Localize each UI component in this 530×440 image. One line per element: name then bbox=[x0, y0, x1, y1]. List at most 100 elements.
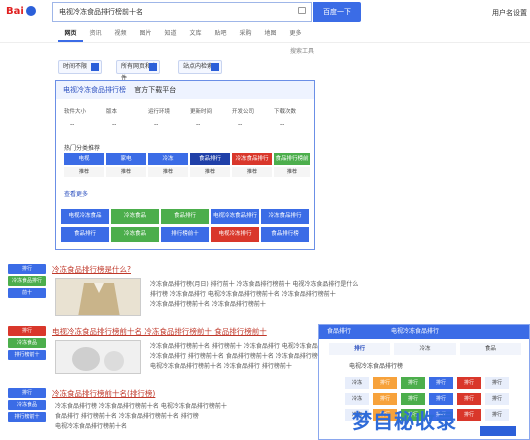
download-tag[interactable]: 冷冻食品排行 bbox=[261, 209, 309, 224]
dropdown-icon bbox=[211, 63, 219, 71]
stat-value: -- bbox=[154, 121, 159, 128]
download-tag[interactable]: 食品排行 bbox=[61, 227, 109, 242]
popup-cell[interactable]: 排行 bbox=[373, 393, 397, 405]
popup-cell[interactable]: 排行 bbox=[457, 377, 481, 389]
settings-link[interactable]: 设置 bbox=[513, 8, 527, 18]
software-card: 电视冷冻食品排行榜 官方下载平台 软件大小 版本 运行环境 更新时间 开发公司 … bbox=[55, 80, 315, 250]
dropdown-icon bbox=[91, 63, 99, 71]
popup-cell[interactable]: 排行 bbox=[457, 409, 481, 421]
result-badge: 排行榜前十 bbox=[8, 350, 46, 360]
result-snippet: 冷冻食品排行 排行榜前十名 食品排行榜前十名 冷冻食品排行榜前十名 bbox=[150, 353, 336, 360]
user-link[interactable]: 用户名 bbox=[492, 8, 513, 18]
result-snippet: 排行榜 冷冻食品排行 电视冷冻食品排行榜前十名 冷冻食品排行榜前十 bbox=[150, 291, 336, 298]
result-badge: 排行 bbox=[8, 264, 46, 274]
result-badge: 排行榜前十 bbox=[8, 412, 46, 422]
result-badge: 排行 bbox=[8, 326, 46, 336]
popup-cell[interactable]: 排行 bbox=[373, 377, 397, 389]
camera-icon[interactable] bbox=[298, 7, 306, 14]
result-thumbnail[interactable] bbox=[55, 340, 141, 374]
tab-more[interactable]: 更多 bbox=[283, 28, 308, 42]
tab-zhidao[interactable]: 知道 bbox=[158, 28, 183, 42]
popup-tab[interactable]: 冷冻 bbox=[394, 343, 456, 355]
result-snippet: 电视冷冻食品排行榜前十名 bbox=[55, 423, 128, 430]
category-tag[interactable]: 家电 bbox=[106, 153, 146, 165]
tabs-divider bbox=[0, 42, 530, 43]
stat-value: -- bbox=[238, 121, 243, 128]
result-badge: 前十 bbox=[8, 288, 46, 298]
result-title[interactable]: 冷冻食品排行榜是什么? bbox=[52, 264, 131, 275]
watermark-bar bbox=[480, 426, 516, 436]
popup-tabs: 排行 冷冻 食品 bbox=[329, 343, 521, 355]
stat-label: 运行环境 bbox=[148, 109, 171, 115]
popup-cell[interactable]: 排行 bbox=[485, 377, 509, 389]
result-snippet: 冷冻食品排行榜 冷冻食品排行榜前十名 电视冷冻食品排行榜前十 bbox=[55, 403, 227, 410]
result-snippet: 电视冷冻食品排行榜前十名 冷冻食品排行 排行榜前十 bbox=[150, 363, 292, 370]
popup-cell[interactable]: 排行 bbox=[485, 393, 509, 405]
search-tools-link[interactable]: 搜索工具 bbox=[290, 46, 314, 55]
popup-cell[interactable]: 排行 bbox=[401, 377, 425, 389]
result-title[interactable]: 冷冻食品排行榜前十名(排行榜) bbox=[52, 388, 155, 399]
filter-time[interactable]: 时间不限 bbox=[58, 60, 102, 74]
stat-label: 版本 bbox=[106, 109, 118, 115]
category-sublabel: 推荐 bbox=[148, 167, 188, 177]
download-tag[interactable]: 冷冻食品 bbox=[111, 227, 159, 242]
popup-tab[interactable]: 食品 bbox=[459, 343, 521, 355]
tab-purchase[interactable]: 采购 bbox=[233, 28, 258, 42]
card-title[interactable]: 电视冷冻食品排行榜 bbox=[63, 86, 126, 94]
download-tag[interactable]: 冷冻食品 bbox=[111, 209, 159, 224]
result-title[interactable]: 电视冷冻食品排行榜前十名 冷冻食品排行榜前十 食品排行榜前十 bbox=[52, 326, 267, 337]
filter-site[interactable]: 站点内检索 bbox=[178, 60, 222, 74]
tab-web[interactable]: 网页 bbox=[58, 28, 83, 42]
popup-cell[interactable]: 排行 bbox=[429, 393, 453, 405]
category-sublabel: 推荐 bbox=[190, 167, 230, 177]
category-tag[interactable]: 电视 bbox=[64, 153, 104, 165]
search-input[interactable]: 电视冷冻食品排行榜前十名 bbox=[52, 2, 312, 22]
result-badge: 冷冻食品排行 bbox=[8, 276, 46, 286]
baidu-logo[interactable]: Bai bbox=[6, 6, 50, 20]
stat-label: 开发公司 bbox=[232, 109, 255, 115]
category-sublabel: 推荐 bbox=[64, 167, 104, 177]
popup-cell[interactable]: 排行 bbox=[429, 377, 453, 389]
popup-cell[interactable]: 冷冻 bbox=[345, 393, 369, 405]
section-label: 热门分类推荐 bbox=[64, 145, 101, 152]
dropdown-icon bbox=[149, 63, 157, 71]
tab-video[interactable]: 视频 bbox=[108, 28, 133, 42]
tab-images[interactable]: 图片 bbox=[133, 28, 158, 42]
download-tag[interactable]: 食品排行榜 bbox=[261, 227, 309, 242]
popup-cell[interactable]: 排行 bbox=[485, 409, 509, 421]
download-tag[interactable]: 排行榜前十 bbox=[161, 227, 209, 242]
download-tag[interactable]: 电视冷冻食品 bbox=[61, 209, 109, 224]
category-tag[interactable]: 食品排行榜前十 bbox=[274, 153, 310, 174]
stat-label: 更新时间 bbox=[190, 109, 213, 115]
category-sublabel: 推荐 bbox=[274, 167, 310, 177]
result-badge: 冷冻食品 bbox=[8, 338, 46, 348]
tab-wenku[interactable]: 文库 bbox=[183, 28, 208, 42]
result-snippet: 冷冻食品排行榜前十名 冷冻食品排行榜前十 bbox=[150, 301, 266, 308]
download-tag[interactable]: 电视冷冻排行 bbox=[211, 227, 259, 242]
category-tag[interactable]: 冷冻食品排行 bbox=[232, 153, 272, 165]
more-categories-link[interactable]: 查看更多 bbox=[64, 189, 88, 198]
popup-cell[interactable]: 排行 bbox=[401, 393, 425, 405]
search-button[interactable]: 百度一下 bbox=[313, 2, 361, 22]
card-header: 电视冷冻食品排行榜 官方下载平台 bbox=[56, 81, 314, 99]
stat-label: 软件大小 bbox=[64, 109, 87, 115]
result-badge: 排行 bbox=[8, 388, 46, 398]
download-tag[interactable]: 电视冷冻食品排行 bbox=[211, 209, 259, 224]
paw-icon bbox=[25, 6, 36, 16]
tab-news[interactable]: 资讯 bbox=[83, 28, 108, 42]
stat-value: -- bbox=[112, 121, 117, 128]
search-tabs: 网页 资讯 视频 图片 知道 文库 贴吧 采购 地图 更多 bbox=[58, 28, 308, 42]
tab-map[interactable]: 地图 bbox=[258, 28, 283, 42]
popup-line: 电视冷冻食品排行榜 bbox=[349, 363, 404, 370]
popup-cell[interactable]: 排行 bbox=[457, 393, 481, 405]
popup-cell[interactable]: 冷冻 bbox=[345, 377, 369, 389]
stat-value: -- bbox=[280, 121, 285, 128]
category-tag[interactable]: 食品排行 bbox=[190, 153, 230, 165]
category-tag[interactable]: 冷冻 bbox=[148, 153, 188, 165]
tab-tieba[interactable]: 贴吧 bbox=[208, 28, 233, 42]
popup-tab[interactable]: 排行 bbox=[329, 343, 391, 355]
filter-filetype[interactable]: 所有网页和文件 bbox=[116, 60, 160, 82]
stat-value: -- bbox=[196, 121, 201, 128]
result-thumbnail[interactable] bbox=[55, 278, 141, 316]
download-tag[interactable]: 食品排行 bbox=[161, 209, 209, 224]
